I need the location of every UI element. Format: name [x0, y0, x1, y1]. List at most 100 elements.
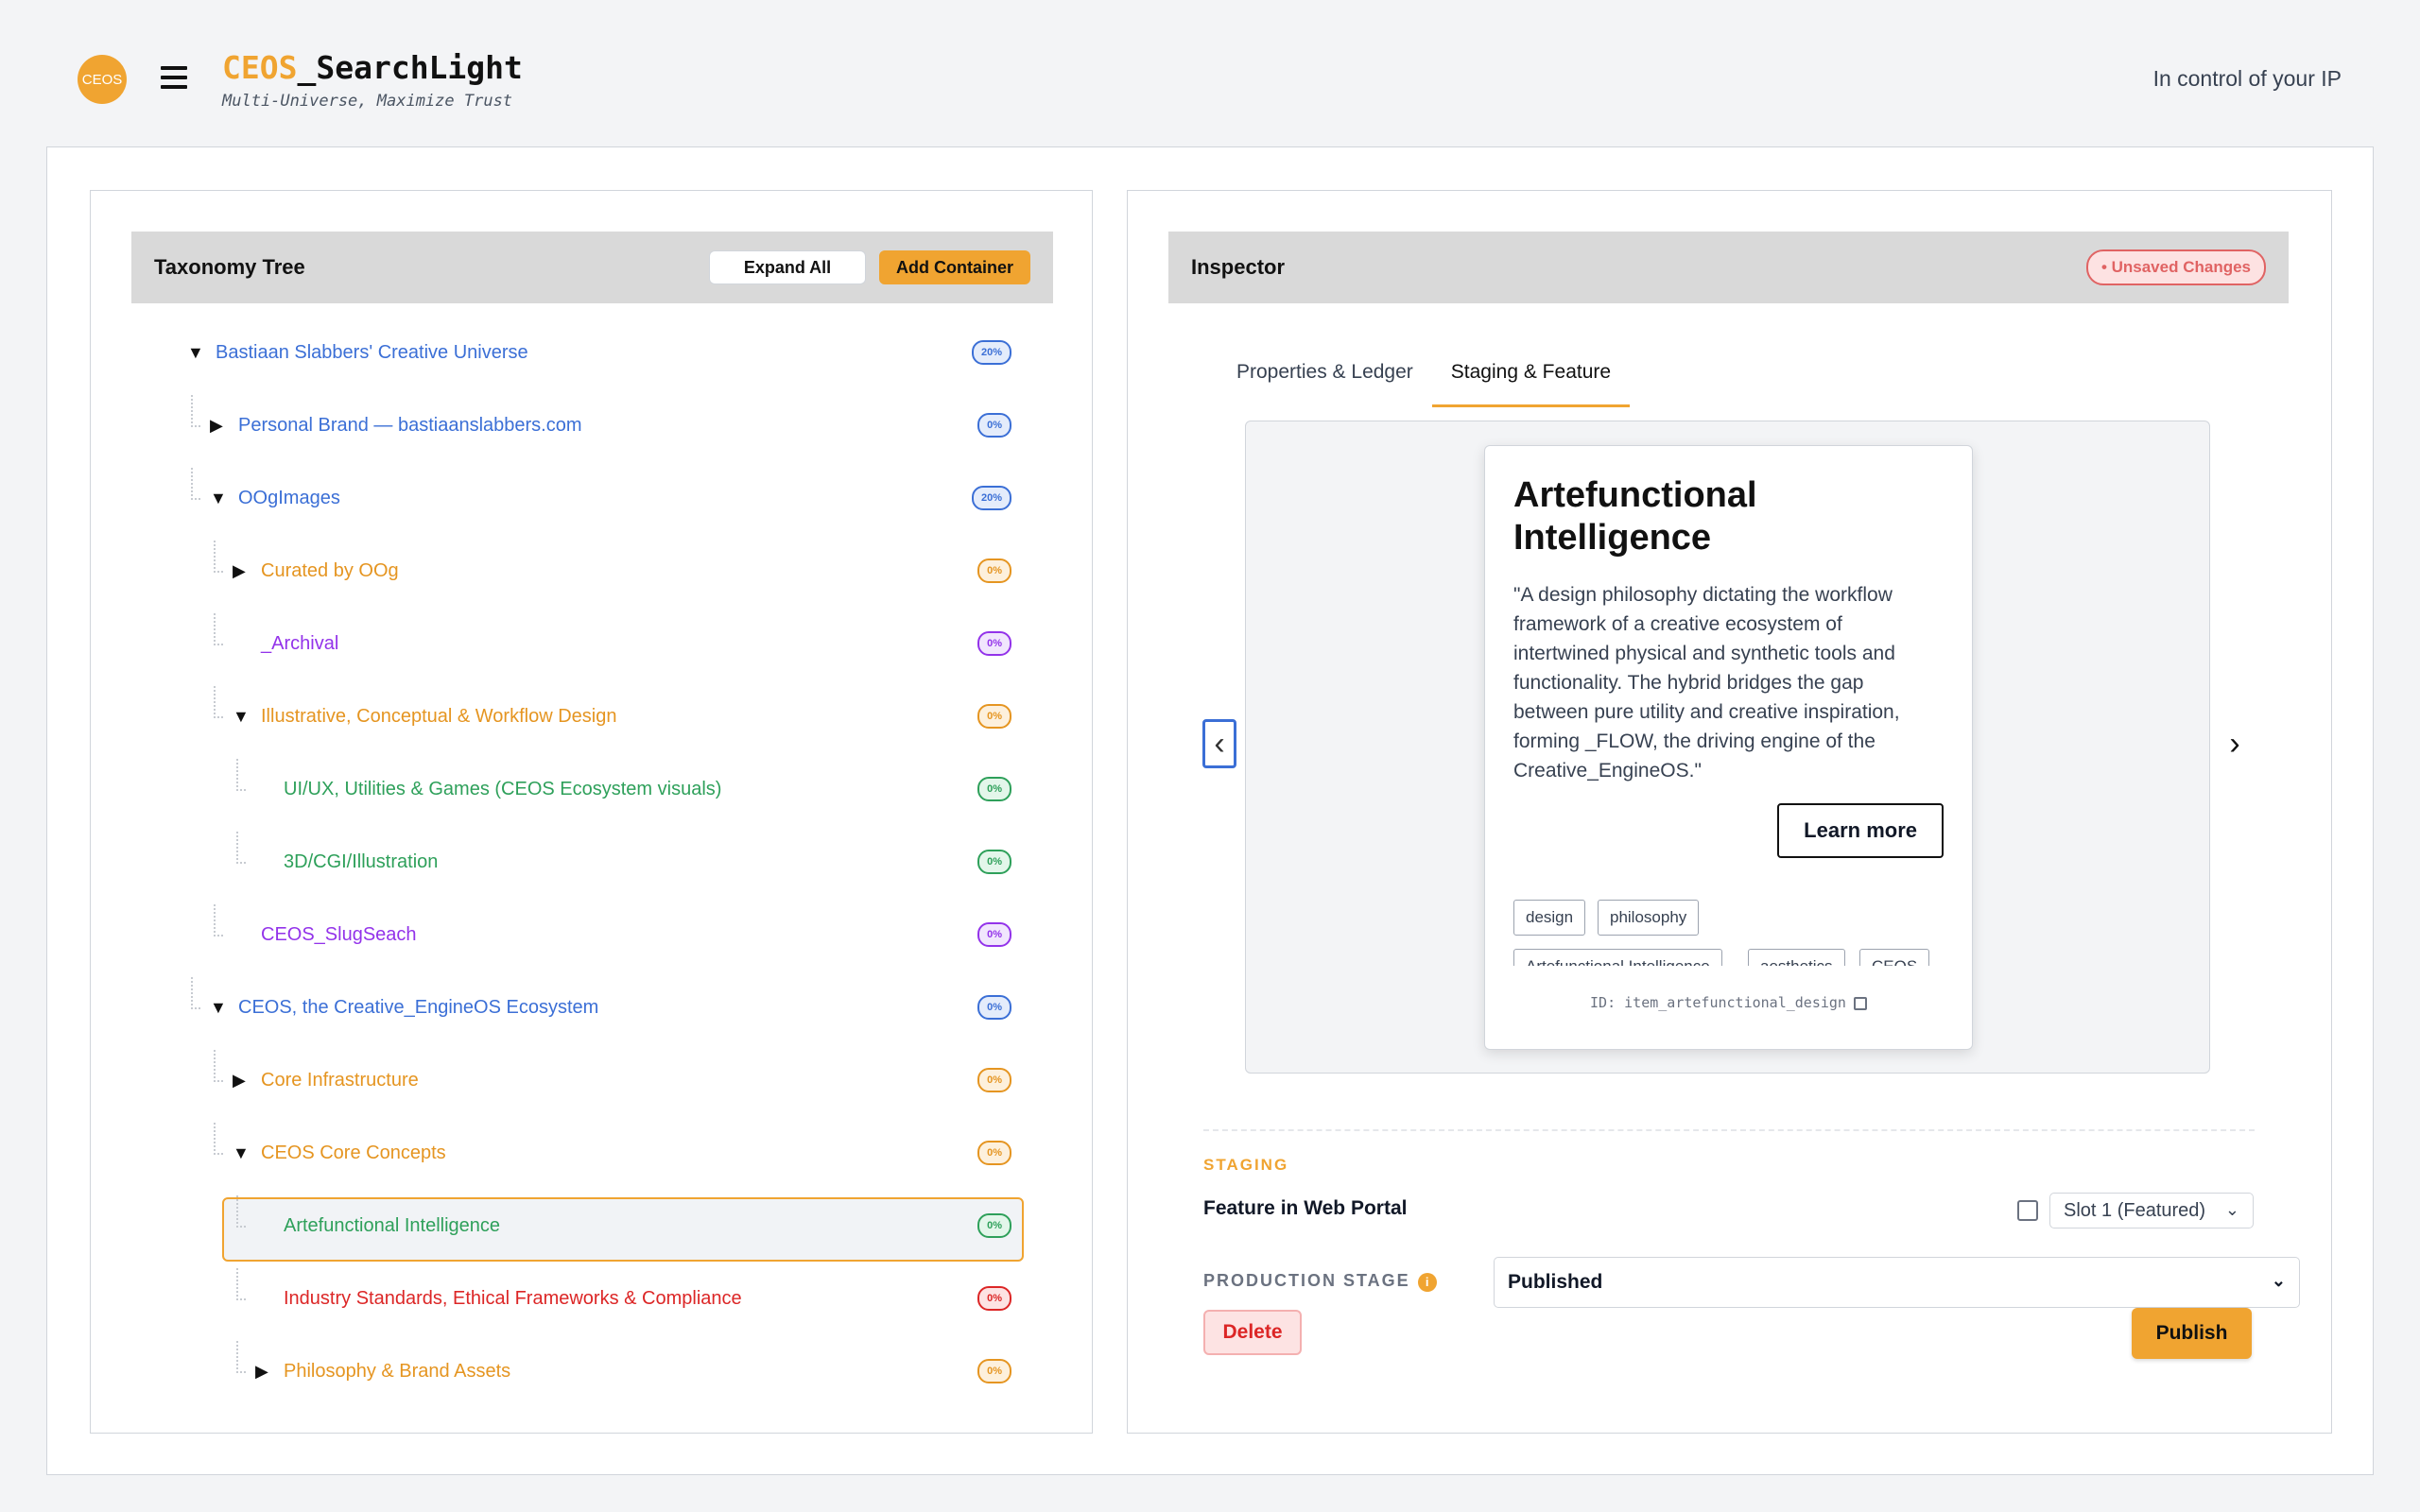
card-tags: design philosophy Artefunctional Intelli…: [1513, 900, 1948, 966]
caret-down-icon[interactable]: ▼: [210, 998, 229, 1018]
publish-button[interactable]: Publish: [2132, 1308, 2252, 1359]
copy-icon[interactable]: [1853, 996, 1867, 1010]
chevron-left-icon[interactable]: ‹: [1202, 719, 1236, 768]
logo: CEOS: [78, 55, 127, 104]
taxonomy-tree: ▼ Bastiaan Slabbers' Creative Universe 20%…: [131, 333, 1053, 1400]
tree-node[interactable]: ▶ Philosophy & Brand Assets 0%: [131, 1339, 1053, 1400]
progress-badge: 0%: [977, 995, 1011, 1020]
learn-more-button[interactable]: Learn more: [1777, 803, 1944, 858]
tree-node-label: CEOS_SlugSeach: [261, 923, 417, 945]
staging-label: STAGING: [1203, 1156, 1289, 1174]
tree-node[interactable]: ▶ Core Infrastructure 0%: [131, 1048, 1053, 1112]
progress-badge: 0%: [977, 1068, 1011, 1092]
tree-node-label: CEOS Core Concepts: [261, 1142, 446, 1163]
tree-node-label: Illustrative, Conceptual & Workflow Desi…: [261, 705, 617, 727]
inspector-header: Inspector • Unsaved Changes: [1168, 232, 2289, 303]
caret-down-icon[interactable]: ▼: [233, 707, 251, 727]
tree-node-label: Philosophy & Brand Assets: [284, 1360, 511, 1382]
tree-node-label: UI/UX, Utilities & Games (CEOS Ecosystem…: [284, 778, 722, 799]
tree-node[interactable]: ▼ Illustrative, Conceptual & Workflow Des…: [131, 684, 1053, 748]
tree-node-label: _Archival: [261, 632, 339, 654]
tree-node[interactable]: UI/UX, Utilities & Games (CEOS Ecosystem…: [131, 757, 1053, 821]
app-title: CEOS_SearchLight: [222, 49, 523, 86]
tag: CEOS: [1859, 949, 1930, 966]
delete-button[interactable]: Delete: [1203, 1310, 1302, 1355]
tab-properties-ledger[interactable]: Properties & Ledger: [1218, 350, 1432, 407]
tag: aesthetics: [1748, 949, 1845, 966]
progress-badge: 0%: [977, 850, 1011, 874]
card-title: Artefunctional Intelligence: [1513, 475, 1757, 558]
caret-right-icon[interactable]: ▶: [233, 1071, 251, 1091]
tag: design: [1513, 900, 1586, 936]
tree-node[interactable]: ▶ Personal Brand — bastiaanslabbers.com 0%: [131, 393, 1053, 457]
action-bar: [1203, 1308, 2253, 1359]
preview-card: Artefunctional Intelligence "A design ph…: [1484, 445, 1973, 1050]
tab-staging-feature[interactable]: Staging & Feature: [1431, 350, 1631, 407]
tree-node-label: Personal Brand — bastiaanslabbers.com: [238, 414, 582, 436]
tree-node[interactable]: CEOS_SlugSeach 0%: [131, 902, 1053, 967]
tree-node-label: Core Infrastructure: [261, 1069, 419, 1091]
caret-down-icon[interactable]: ▼: [210, 489, 229, 508]
chevron-down-icon: ⌄: [2271, 1271, 2286, 1290]
divider: [1203, 1129, 2255, 1131]
progress-badge: 0%: [977, 1359, 1011, 1383]
tree-node-label: Curated by OOg: [261, 559, 399, 581]
tree-node[interactable]: ▼ Bastiaan Slabbers' Creative Universe 20%: [131, 333, 1053, 385]
tree-node[interactable]: ▼ CEOS, the Creative_EngineOS Ecosystem 0%: [131, 975, 1053, 1040]
app-header: CEOS CEOS_SearchLight Multi-Universe, Ma…: [0, 0, 2420, 146]
taxonomy-title: Taxonomy Tree: [154, 255, 305, 279]
tree-node[interactable]: Industry Standards, Ethical Frameworks &…: [131, 1266, 1053, 1331]
tree-node[interactable]: ▼ CEOS Core Concepts 0%: [131, 1121, 1053, 1185]
inspector-title: Inspector: [1191, 255, 1286, 279]
taxonomy-header: Taxonomy Tree Expand All Add Container: [131, 232, 1053, 303]
progress-badge: 20%: [971, 340, 1011, 365]
menu-icon[interactable]: [161, 66, 187, 89]
tagline: In control of your IP: [2152, 66, 2342, 91]
tree-node-label: CEOS, the Creative_EngineOS Ecosystem: [238, 996, 599, 1018]
info-icon[interactable]: i: [1417, 1273, 1437, 1292]
tag: Artefunctional Intelligence: [1513, 949, 1722, 966]
tree-node-label: Industry Standards, Ethical Frameworks &…: [284, 1287, 742, 1309]
caret-right-icon[interactable]: ▶: [210, 416, 229, 436]
progress-badge: 0%: [977, 777, 1011, 801]
caret-right-icon[interactable]: ▶: [255, 1362, 274, 1382]
brand: CEOS_SearchLight Multi-Universe, Maximiz…: [222, 49, 523, 111]
feature-checkbox[interactable]: [2017, 1200, 2038, 1221]
tree-node[interactable]: ▶ Curated by OOg 0%: [131, 539, 1053, 603]
app-subtitle: Multi-Universe, Maximize Trust: [222, 92, 513, 111]
expand-all-button[interactable]: Expand All: [709, 250, 866, 284]
card-description: "A design philosophy dictating the workf…: [1513, 584, 1900, 782]
feature-label: Feature in Web Portal: [1203, 1197, 1408, 1219]
progress-badge: 0%: [977, 1286, 1011, 1311]
production-stage-select[interactable]: Published ⌄: [1494, 1257, 2300, 1308]
add-container-button[interactable]: Add Container: [879, 250, 1030, 284]
inspector-tabs: Properties & Ledger Staging & Feature: [1218, 350, 1631, 407]
tree-node-label: Bastiaan Slabbers' Creative Universe: [216, 341, 528, 363]
main-container: Taxonomy Tree Expand All Add Container ▼…: [46, 146, 2374, 1475]
slot-select[interactable]: Slot 1 (Featured) ⌄: [2049, 1193, 2254, 1228]
progress-badge: 0%: [977, 413, 1011, 438]
caret-right-icon[interactable]: ▶: [233, 561, 251, 581]
tree-node[interactable]: _Archival 0%: [131, 611, 1053, 676]
progress-badge: 0%: [977, 1213, 1011, 1238]
tree-node[interactable]: Artefunctional Intelligence 0%: [131, 1194, 1053, 1258]
chevron-down-icon: ⌄: [2224, 1200, 2239, 1219]
progress-badge: 0%: [977, 704, 1011, 729]
taxonomy-panel: Taxonomy Tree Expand All Add Container ▼…: [90, 190, 1093, 1434]
caret-down-icon[interactable]: ▼: [233, 1143, 251, 1163]
tree-node-label: OOgImages: [238, 487, 340, 508]
caret-down-icon[interactable]: ▼: [187, 343, 206, 363]
tree-node[interactable]: ▼ OOgImages 20%: [131, 466, 1053, 530]
inspector-panel: Inspector • Unsaved Changes Properties &…: [1127, 190, 2332, 1434]
feature-preview: ‹ › Artefunctional Intelligence "A desig…: [1202, 421, 2240, 1074]
tree-node-label: Artefunctional Intelligence: [284, 1214, 501, 1236]
progress-badge: 0%: [977, 922, 1011, 947]
tree-node[interactable]: 3D/CGI/Illustration 0%: [131, 830, 1053, 894]
chevron-right-icon[interactable]: ›: [2217, 719, 2253, 768]
tree-node-label: 3D/CGI/Illustration: [284, 850, 439, 872]
unsaved-changes-badge: • Unsaved Changes: [2085, 249, 2266, 285]
progress-badge: 0%: [977, 558, 1011, 583]
progress-badge: 20%: [971, 486, 1011, 510]
tag: philosophy: [1598, 900, 1700, 936]
item-id: ID: item_artefunctional_design: [1485, 994, 1972, 1011]
